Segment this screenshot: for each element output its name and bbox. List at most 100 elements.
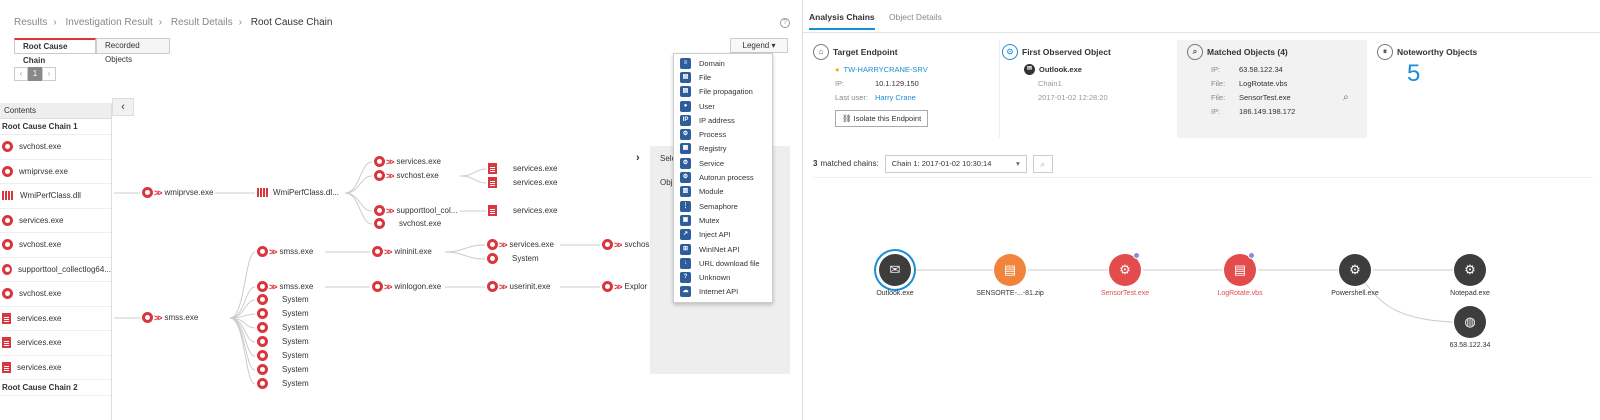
chain-node-icon: ⚙: [1464, 262, 1476, 277]
chevron-icon: >>: [499, 239, 507, 250]
chevron-icon: >>: [384, 281, 392, 292]
legend-item: ? Unknown: [674, 270, 772, 284]
gear-icon: [602, 239, 613, 250]
graph-node-system[interactable]: System: [257, 364, 309, 375]
gear-icon: [372, 281, 383, 292]
chain-node-icon: ▤: [1233, 262, 1247, 277]
legend-item: ▦ Registry: [674, 142, 772, 156]
graph-node-label: System: [282, 309, 309, 318]
graph-node-userinit[interactable]: >> userinit.exe: [487, 281, 550, 292]
gear-icon: [372, 246, 383, 257]
side-panel-object-label: Obj: [660, 178, 673, 187]
legend-item-label: Process: [699, 130, 727, 140]
chain-node-icon: ✉: [889, 262, 901, 277]
legend-item: ▣ Mutex: [674, 213, 772, 227]
chevron-icon: >>: [614, 281, 622, 292]
module-icon: ▥: [680, 186, 691, 198]
analysis-graph-edges: [913, 269, 1454, 323]
graph-node-label: System: [282, 337, 309, 346]
graph-node-system[interactable]: System: [257, 350, 309, 361]
graph-node-system[interactable]: System: [257, 308, 309, 319]
gear-icon: [142, 312, 153, 323]
legend-item-label: Internet API: [699, 287, 739, 297]
legend-item-label: Domain: [699, 58, 725, 68]
graph-node-wmiprvse[interactable]: >> wmiprvse.exe: [142, 187, 213, 198]
legend-item-label: Autorun process: [699, 173, 754, 183]
legend-item: ↓ URL download file: [674, 256, 772, 270]
chevron-icon: >>: [269, 281, 277, 292]
chain-node[interactable]: ⚙: [1339, 254, 1371, 286]
chevron-icon: >>: [384, 246, 392, 257]
legend-item-label: WinINet API: [699, 244, 740, 254]
chain-node[interactable]: ◍: [1454, 306, 1486, 338]
legend-item: ⚙ Autorun process: [674, 170, 772, 184]
graph-node-system[interactable]: System: [257, 294, 309, 305]
graph-node-services[interactable]: >> services.exe: [374, 156, 441, 167]
noteworthy-dot-icon: [1133, 252, 1140, 259]
graph-node-smss[interactable]: >> smss.exe: [257, 281, 313, 292]
gear-icon: [257, 378, 268, 389]
graph-node-explorer-truncated[interactable]: >> Explor: [602, 281, 647, 292]
chain-node-icon: ◍: [1464, 314, 1476, 329]
graph-node-svchost-truncated[interactable]: >> svchos: [602, 239, 649, 250]
graph-node-label: System: [282, 351, 309, 360]
syringe-icon: ↗: [680, 229, 691, 241]
chain-node[interactable]: ⚙: [1454, 254, 1486, 286]
gear-icon: ⚙: [680, 157, 691, 169]
graph-node-label: System: [282, 295, 309, 304]
legend-item: ⚙ Service: [674, 156, 772, 170]
legend-item: ▤ File: [674, 70, 772, 84]
graph-node-system[interactable]: System: [257, 322, 309, 333]
legend-item-label: Semaphore: [699, 201, 738, 211]
legend-item-label: File propagation: [699, 87, 753, 97]
legend-item: ● User: [674, 99, 772, 113]
analysis-panel: Analysis Chains Object Details ⌂ Target E…: [802, 0, 1600, 420]
file-icon: [488, 205, 497, 216]
chain-node-label: 63.58.122.34: [1449, 342, 1491, 349]
chevron-icon: >>: [614, 239, 622, 250]
graph-node-doc-services[interactable]: services.exe: [488, 205, 557, 216]
graph-node-services[interactable]: >> services.exe: [487, 239, 554, 250]
legend-item-label: Service: [699, 158, 725, 168]
legend-item-label: Unknown: [699, 273, 731, 283]
chevron-icon: >>: [386, 205, 394, 216]
server-icon: ≡: [680, 57, 691, 69]
legend-item-label: URL download file: [699, 258, 760, 268]
graph-node-system[interactable]: System: [257, 336, 309, 347]
chain-node[interactable]: ▤: [994, 254, 1026, 286]
legend-dropdown: ≡ Domain ▤ File ▤ File propagation ● User IP IP a…: [673, 53, 773, 303]
gear-icon: [374, 218, 385, 229]
gear-icon: [487, 281, 498, 292]
legend-item: ⊞ WinINet API: [674, 242, 772, 256]
gear-icon: [487, 239, 498, 250]
chain-node-label: SENSORTE-...-81.zip: [976, 290, 1044, 297]
chain-node[interactable]: ✉: [879, 254, 911, 286]
legend-item: ▥ Module: [674, 185, 772, 199]
expand-chevron-icon[interactable]: ›: [636, 152, 640, 164]
graph-node-supporttool[interactable]: >> supporttool_col...: [374, 205, 457, 216]
graph-node-winlogon[interactable]: >> winlogon.exe: [372, 281, 441, 292]
legend-item-label: Module: [699, 187, 724, 197]
graph-node-system[interactable]: System: [487, 253, 539, 264]
graph-node-doc-services[interactable]: services.exe: [488, 163, 557, 174]
graph-node-smss[interactable]: >> smss.exe: [257, 246, 313, 257]
gear-icon: ⚙: [680, 172, 691, 184]
chain-node-label: Outlook.exe: [876, 290, 914, 297]
graph-node-smss-root[interactable]: >> smss.exe: [142, 312, 198, 323]
gear-icon: [602, 281, 613, 292]
graph-node-svchost[interactable]: svchost.exe: [374, 218, 441, 229]
gear-icon: [257, 350, 268, 361]
chain-node-label: SensorTest.exe: [1100, 290, 1150, 297]
legend-item-label: Registry: [699, 144, 727, 154]
graph-node-doc-services[interactable]: services.exe: [488, 177, 557, 188]
wininet-icon: ⊞: [680, 243, 691, 255]
graph-node-system[interactable]: System: [257, 378, 309, 389]
file-icon: [488, 163, 497, 174]
graph-node-wmiperfclass[interactable]: WmiPerfClass.dl...: [257, 188, 339, 197]
graph-node-wininit[interactable]: >> wininit.exe: [372, 246, 432, 257]
gear-icon: [487, 253, 498, 264]
gear-icon: [257, 281, 268, 292]
graph-node-svchost[interactable]: >> svchost.exe: [374, 170, 439, 181]
chevron-icon: >>: [386, 170, 394, 181]
legend-item-label: IP address: [699, 115, 735, 125]
